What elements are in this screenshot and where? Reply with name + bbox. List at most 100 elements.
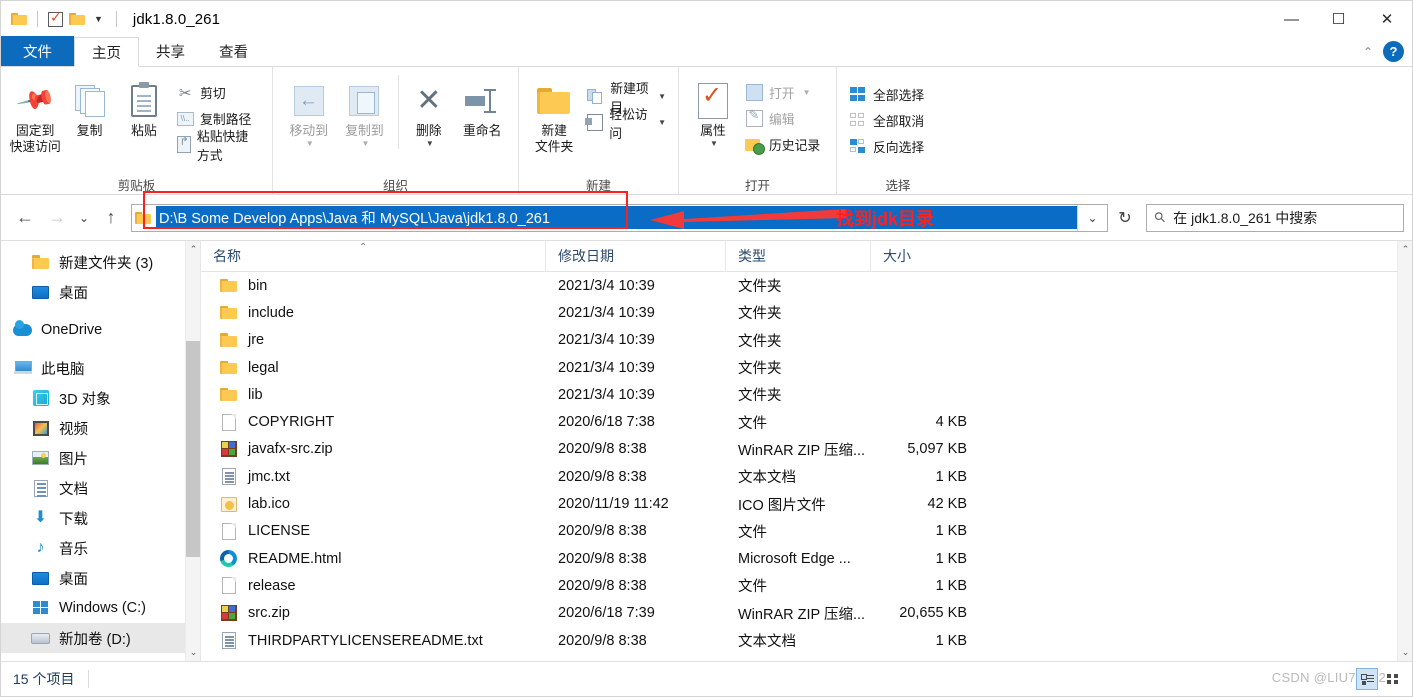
sidebar-item-videos[interactable]: 视频 [1, 413, 200, 443]
file-name-cell[interactable]: include [201, 304, 546, 322]
sidebar-item-desktop[interactable]: 桌面 [1, 277, 200, 307]
properties-button[interactable]: 属性 ▼ [687, 75, 739, 149]
chevron-down-icon[interactable]: ▼ [710, 139, 718, 149]
file-list-scrollbar[interactable]: ⌃ ⌄ [1397, 241, 1412, 661]
invert-selection-button[interactable]: 反向选择 [845, 135, 928, 158]
search-input[interactable]: ⚲ 在 jdk1.8.0_261 中搜索 [1146, 203, 1404, 232]
file-name-cell[interactable]: README.html [201, 550, 546, 568]
file-name-cell[interactable]: javafx-src.zip [201, 440, 546, 458]
tab-home[interactable]: 主页 [74, 37, 139, 67]
recent-locations-icon[interactable]: ⌄ [73, 202, 95, 234]
file-name-cell[interactable]: THIRDPARTYLICENSEREADME.txt [201, 632, 546, 650]
sidebar-scrollbar[interactable]: ⌃ ⌄ [185, 241, 200, 661]
column-header-size[interactable]: 大小 [871, 241, 971, 272]
sidebar-item-new-folder-3[interactable]: 新建文件夹 (3) [1, 247, 200, 277]
address-path-text[interactable]: D:\B Some Develop Apps\Java 和 MySQL\Java… [156, 206, 1077, 229]
sidebar-item-new-volume-d[interactable]: 新加卷 (D:) [1, 623, 200, 653]
easy-access-button[interactable]: 轻松访问 ▼ [583, 107, 670, 141]
file-name-cell[interactable]: lib [201, 386, 546, 404]
icons-view-button[interactable] [1382, 668, 1404, 690]
folder-icon[interactable] [69, 12, 85, 26]
table-row[interactable]: lib 2021/3/4 10:39 文件夹 [201, 381, 1412, 408]
chevron-down-icon[interactable]: ▼ [306, 139, 314, 149]
chevron-down-icon[interactable]: ⌄ [1077, 204, 1107, 231]
table-row[interactable]: THIRDPARTYLICENSEREADME.txt 2020/9/8 8:3… [201, 627, 1412, 654]
paste-shortcut-button[interactable]: 粘贴快捷方式 [172, 129, 264, 163]
sidebar-item-desktop-2[interactable]: 桌面 [1, 563, 200, 593]
table-row[interactable]: README.html 2020/9/8 8:38 Microsoft Edge… [201, 545, 1412, 572]
sidebar-item-3d-objects[interactable]: 3D 对象 [1, 383, 200, 413]
checkbox-icon[interactable] [48, 9, 63, 27]
file-name-cell[interactable]: LICENSE [201, 522, 546, 540]
scrollbar-thumb[interactable] [186, 341, 200, 557]
chevron-down-icon[interactable]: ▼ [426, 139, 434, 149]
scroll-down-icon[interactable]: ⌄ [1398, 644, 1412, 661]
close-button[interactable]: ✕ [1362, 1, 1412, 37]
paste-button[interactable]: 粘贴 [118, 75, 170, 139]
minimize-button[interactable]: — [1268, 1, 1315, 37]
forward-arrow-icon[interactable]: → [41, 202, 73, 234]
file-name-cell[interactable]: release [201, 577, 546, 595]
chevron-down-icon[interactable]: ▼ [91, 14, 106, 24]
table-row[interactable]: lab.ico 2020/11/19 11:42 ICO 图片文件 42 KB [201, 490, 1412, 517]
file-name-cell[interactable]: bin [201, 277, 546, 295]
file-name-cell[interactable]: legal [201, 359, 546, 377]
folder-icon[interactable] [11, 12, 27, 26]
open-button[interactable]: 打开 ▼ [741, 81, 824, 104]
chevron-down-icon[interactable]: ▼ [803, 88, 811, 97]
select-all-button[interactable]: 全部选择 [845, 83, 928, 106]
delete-button[interactable]: ✕ 删除 ▼ [398, 75, 454, 149]
tab-view[interactable]: 查看 [202, 36, 265, 66]
column-header-name[interactable]: 名称 ⌃ [201, 241, 546, 272]
edit-button[interactable]: 编辑 [741, 107, 824, 130]
sidebar-item-downloads[interactable]: ⬇ 下载 [1, 503, 200, 533]
table-row[interactable]: jmc.txt 2020/9/8 8:38 文本文档 1 KB [201, 463, 1412, 490]
tab-share[interactable]: 共享 [139, 36, 202, 66]
scroll-down-icon[interactable]: ⌄ [186, 644, 200, 661]
table-row[interactable]: bin 2021/3/4 10:39 文件夹 [201, 272, 1412, 299]
chevron-up-icon[interactable]: ⌃ [1363, 45, 1373, 59]
chevron-down-icon[interactable]: ▼ [361, 139, 369, 149]
details-view-button[interactable] [1356, 668, 1378, 690]
column-header-type[interactable]: 类型 [726, 241, 871, 272]
chevron-down-icon[interactable]: ▼ [658, 118, 666, 127]
copy-to-button[interactable]: 复制到 ▼ [337, 75, 393, 149]
table-row[interactable]: jre 2021/3/4 10:39 文件夹 [201, 327, 1412, 354]
column-header-date[interactable]: 修改日期 [546, 241, 726, 272]
sidebar-item-this-pc[interactable]: 此电脑 [1, 353, 200, 383]
file-name-cell[interactable]: jre [201, 331, 546, 349]
sidebar-item-onedrive[interactable]: OneDrive [1, 315, 200, 345]
pin-to-quick-access-button[interactable]: 📌 固定到 快速访问 [9, 75, 61, 155]
file-name-cell[interactable]: jmc.txt [201, 468, 546, 486]
scroll-up-icon[interactable]: ⌃ [1398, 241, 1412, 258]
address-input[interactable]: D:\B Some Develop Apps\Java 和 MySQL\Java… [131, 203, 1108, 232]
sidebar-item-pictures[interactable]: 图片 [1, 443, 200, 473]
sidebar-item-music[interactable]: ♪ 音乐 [1, 533, 200, 563]
table-row[interactable]: javafx-src.zip 2020/9/8 8:38 WinRAR ZIP … [201, 436, 1412, 463]
table-row[interactable]: src.zip 2020/6/18 7:39 WinRAR ZIP 压缩... … [201, 600, 1412, 627]
table-row[interactable]: legal 2021/3/4 10:39 文件夹 [201, 354, 1412, 381]
copy-button[interactable]: 复制 [63, 75, 115, 139]
move-to-button[interactable]: 移动到 ▼ [281, 75, 337, 149]
help-icon[interactable]: ? [1383, 41, 1404, 62]
maximize-button[interactable]: ☐ [1315, 1, 1362, 37]
file-name-cell[interactable]: src.zip [201, 604, 546, 622]
history-button[interactable]: 历史记录 [741, 133, 824, 156]
scroll-up-icon[interactable]: ⌃ [186, 241, 200, 258]
chevron-down-icon[interactable]: ▼ [658, 92, 666, 101]
tab-file[interactable]: 文件 [1, 36, 74, 66]
back-arrow-icon[interactable]: ← [9, 202, 41, 234]
table-row[interactable]: include 2021/3/4 10:39 文件夹 [201, 299, 1412, 326]
select-none-button[interactable]: 全部取消 [845, 109, 928, 132]
new-folder-button[interactable]: 新建 文件夹 [527, 75, 581, 155]
table-row[interactable]: release 2020/9/8 8:38 文件 1 KB [201, 572, 1412, 599]
table-row[interactable]: LICENSE 2020/9/8 8:38 文件 1 KB [201, 518, 1412, 545]
cut-button[interactable]: ✂ 剪切 [172, 81, 264, 104]
sidebar-item-windows-c[interactable]: Windows (C:) [1, 593, 200, 623]
file-name-cell[interactable]: COPYRIGHT [201, 413, 546, 431]
file-name-cell[interactable]: lab.ico [201, 495, 546, 513]
up-arrow-icon[interactable]: ↑ [95, 202, 127, 234]
sidebar-item-documents[interactable]: 文档 [1, 473, 200, 503]
refresh-button[interactable]: ↻ [1108, 204, 1142, 232]
table-row[interactable]: COPYRIGHT 2020/6/18 7:38 文件 4 KB [201, 408, 1412, 435]
